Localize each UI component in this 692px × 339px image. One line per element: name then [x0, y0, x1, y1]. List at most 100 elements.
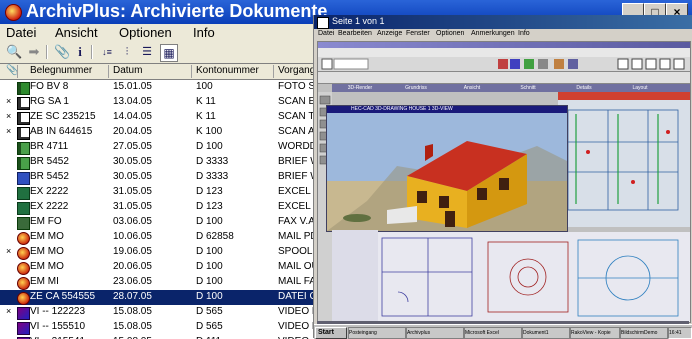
table-row[interactable]: FO BV 8 15.01.05 100 FOTO SC	[0, 80, 320, 95]
cad-tab[interactable]: Layout	[614, 85, 666, 91]
document-preview[interactable]: 3D-Render Grundriss Ansicht Schnitt Deta…	[317, 41, 691, 323]
info-icon[interactable]: i	[72, 44, 88, 60]
checkout-mark: ×	[6, 306, 12, 316]
table-row[interactable]: BR 4711 27.05.05 D 100 WORDD	[0, 140, 320, 155]
arrow-right-icon[interactable]: ➡	[26, 44, 42, 60]
table-row[interactable]: × EM MO 19.06.05 D 100 SPOOLD	[0, 245, 320, 260]
taskbar-button[interactable]: BildschirmDemo	[620, 327, 668, 339]
house-3d-render	[327, 113, 567, 231]
cad-side-panel	[332, 230, 378, 322]
document-table: 📎 Belegnummer Datum Kontonummer Vorgang …	[0, 63, 320, 339]
cell-belegnummer: ZE SC 235215	[30, 111, 96, 122]
cell-datum: 31.05.05	[113, 186, 152, 197]
cell-kontonummer: D 62858	[196, 231, 234, 242]
cell-belegnummer: EM MI	[30, 276, 59, 287]
menu-datei[interactable]: Datei	[6, 25, 36, 40]
document-type-icon	[17, 232, 30, 245]
document-type-icon	[17, 247, 30, 260]
viewer-menu-info[interactable]: Info	[518, 30, 530, 37]
clip-icon[interactable]: 📎	[54, 44, 70, 60]
cell-belegnummer: BR 5452	[30, 171, 69, 182]
cell-belegnummer: FO BV 8	[30, 81, 69, 92]
table-row[interactable]: ZE CA 554555 28.07.05 D 100 DATEI C	[0, 290, 320, 305]
house-3d-view[interactable]: HEC-CAD 3D-DRAWING HOUSE 1 3D-VIEW	[326, 105, 568, 232]
taskbar-button[interactable]: Microsoft Excel	[464, 327, 522, 339]
cell-datum: 27.05.05	[113, 141, 152, 152]
viewer-menu-fenster[interactable]: Fenster	[406, 30, 430, 37]
cell-kontonummer: D 123	[196, 201, 223, 212]
viewer-menu-anzeige[interactable]: Anzeige	[377, 30, 402, 37]
table-row[interactable]: × RG SA 1 13.04.05 K 11 SCAN E-	[0, 95, 320, 110]
viewer-menu-datei[interactable]: Datei	[318, 30, 334, 37]
column-vorgang[interactable]: Vorgang	[278, 65, 315, 76]
document-type-icon	[17, 82, 30, 95]
tree-icon[interactable]: ⫶	[119, 44, 135, 60]
cell-kontonummer: D 100	[196, 216, 223, 227]
cad-tab[interactable]: Grundriss	[390, 85, 442, 91]
taskbar-button[interactable]: RakoView - Kopie	[570, 327, 620, 339]
cell-datum: 19.06.05	[113, 246, 152, 257]
document-type-icon	[17, 217, 30, 230]
cell-datum: 03.06.05	[113, 216, 152, 227]
toolbar-separator	[91, 45, 93, 59]
window-title: ArchivPlus: Archivierte Dokumente	[26, 1, 328, 21]
grid-icon[interactable]: ▦	[160, 44, 178, 62]
cad-tab[interactable]: Schnitt	[502, 85, 554, 91]
menu-ansicht[interactable]: Ansicht	[55, 25, 98, 40]
document-type-icon	[17, 172, 30, 185]
cell-datum: 13.04.05	[113, 96, 152, 107]
viewer-menu-anmerkungen[interactable]: Anmerkungen	[471, 30, 515, 37]
binoculars-icon[interactable]: 🔍	[6, 44, 22, 60]
cell-kontonummer: D 100	[196, 246, 223, 257]
table-row[interactable]: × VI -- 122223 15.08.05 D 565 VIDEO B	[0, 305, 320, 320]
table-row[interactable]: EM MO 20.06.05 D 100 MAIL OU	[0, 260, 320, 275]
column-datum[interactable]: Datum	[113, 65, 142, 76]
table-row[interactable]: × ZE SC 235215 14.04.05 K 11 SCAN TE	[0, 110, 320, 125]
checkout-mark: ×	[6, 96, 12, 106]
viewer-title: Seite 1 von 1	[332, 16, 385, 26]
table-row[interactable]: BR 5452 30.05.05 D 3333 BRIEF W	[0, 170, 320, 185]
table-row[interactable]: VI -- 155510 15.08.05 D 565 VIDEO B	[0, 320, 320, 335]
viewer-menu-optionen[interactable]: Optionen	[436, 30, 464, 37]
cell-kontonummer: D 3333	[196, 156, 229, 167]
table-row[interactable]: BR 5452 30.05.05 D 3333 BRIEF W	[0, 155, 320, 170]
viewer-title-bar: Seite 1 von 1	[314, 15, 692, 29]
start-button[interactable]: Start	[315, 327, 347, 339]
table-row[interactable]: VI -- 21554115.08.05D 111VIDEO	[0, 335, 320, 339]
cell-belegnummer: VI -- 122223	[30, 306, 86, 317]
table-row[interactable]: EM MO 10.06.05 D 62858 MAIL PD	[0, 230, 320, 245]
cell-kontonummer: D 123	[196, 186, 223, 197]
table-row[interactable]: EX 2222 31.05.05 D 123 EXCEL K	[0, 185, 320, 200]
cell-kontonummer: K 11	[196, 96, 216, 107]
cell-belegnummer: EX 2222	[30, 186, 69, 197]
sort-icon[interactable]: ↓≡	[99, 44, 115, 60]
column-belegnummer[interactable]: Belegnummer	[30, 65, 92, 76]
table-row[interactable]: EM FO 03.06.05 D 100 FAX V.AS	[0, 215, 320, 230]
cell-kontonummer: D 3333	[196, 171, 229, 182]
table-header: 📎 Belegnummer Datum Kontonummer Vorgang	[0, 64, 320, 80]
cad-tab[interactable]: Details	[558, 85, 610, 91]
table-row[interactable]: × AB IN 644615 20.04.05 K 100 SCAN AU	[0, 125, 320, 140]
cad-tab[interactable]: Ansicht	[446, 85, 498, 91]
table-row[interactable]: EX 2222 31.05.05 D 123 EXCEL K	[0, 200, 320, 215]
cell-datum: 15.01.05	[113, 81, 152, 92]
menu-optionen[interactable]: Optionen	[119, 25, 172, 40]
app-logo-icon[interactable]	[5, 4, 22, 21]
list-icon[interactable]: ☰	[139, 44, 155, 60]
cell-belegnummer: EM MO	[30, 231, 64, 242]
taskbar-button[interactable]: Posteingang	[348, 327, 406, 339]
menu-info[interactable]: Info	[193, 25, 215, 40]
taskbar-button[interactable]: Archivplus	[406, 327, 464, 339]
cad-tab[interactable]: 3D-Render	[334, 85, 386, 91]
taskbar-clock: 16:41	[668, 327, 692, 339]
document-type-icon	[17, 277, 30, 290]
table-row[interactable]: EM MI 23.06.05 D 100 MAIL FAX	[0, 275, 320, 290]
house-window-title: HEC-CAD 3D-DRAWING HOUSE 1 3D-VIEW	[351, 106, 453, 112]
viewer-menu-bearbeiten[interactable]: Bearbeiten	[338, 30, 372, 37]
cell-datum: 20.06.05	[113, 261, 152, 272]
cell-datum: 20.04.05	[113, 126, 152, 137]
cad-toolbar	[318, 57, 690, 72]
taskbar-button[interactable]: Dokument1	[522, 327, 570, 339]
column-kontonummer[interactable]: Kontonummer	[196, 65, 259, 76]
viewer-menu-bar: Datei Bearbeiten Anzeige Fenster Optione…	[314, 29, 692, 40]
